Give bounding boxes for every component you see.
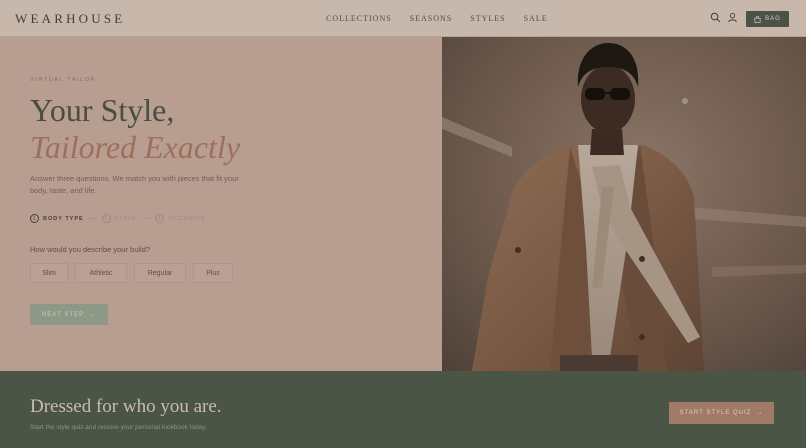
hero-eyebrow: VIRTUAL TAILOR xyxy=(30,77,97,83)
option-athletic[interactable]: Athletic xyxy=(75,263,127,283)
build-options: Slim Athletic Regular Plus xyxy=(30,263,233,283)
main-nav: COLLECTIONS SEASONS STYLES SALE xyxy=(326,14,566,23)
brand-logo[interactable]: WEARHOUSE xyxy=(15,11,125,27)
hero-title-line2: Tailored Exactly xyxy=(30,129,241,165)
start-style-quiz-button[interactable]: START STYLE QUIZ → xyxy=(669,402,774,424)
step-number: 3 xyxy=(155,214,165,223)
step-divider xyxy=(88,218,97,219)
nav-collections[interactable]: COLLECTIONS xyxy=(326,14,392,23)
bag-icon xyxy=(754,15,761,23)
arrow-right-icon: → xyxy=(756,410,764,416)
next-step-label: NEXT STEP xyxy=(41,311,85,318)
step-body-type[interactable]: 1 BODY TYPE xyxy=(30,214,84,223)
bag-label: BAG xyxy=(765,16,781,22)
hero-model-image xyxy=(442,37,806,371)
step-label: BODY TYPE xyxy=(43,215,84,222)
search-icon[interactable] xyxy=(710,12,721,23)
model-photo xyxy=(442,37,806,371)
option-plus[interactable]: Plus xyxy=(193,263,233,283)
hero-quiz-panel: VIRTUAL TAILOR Your Style, Tailored Exac… xyxy=(0,37,442,371)
step-label: STYLE xyxy=(114,215,138,222)
quiz-steps: 1 BODY TYPE 2 STYLE 3 OCCASION xyxy=(30,214,205,223)
step-label: OCCASION xyxy=(168,215,206,222)
next-step-button[interactable]: NEXT STEP → xyxy=(30,304,108,325)
cta-subtitle: Start the style quiz and receive your pe… xyxy=(30,424,207,431)
cta-title: Dressed for who you are. xyxy=(30,396,222,417)
user-icon[interactable] xyxy=(727,12,738,23)
bag-button[interactable]: BAG xyxy=(746,11,789,27)
quiz-question: How would you describe your build? xyxy=(30,245,151,254)
option-regular[interactable]: Regular xyxy=(134,263,186,283)
quiz-button-label: START STYLE QUIZ xyxy=(679,410,752,416)
step-divider xyxy=(142,218,151,219)
step-style[interactable]: 2 STYLE xyxy=(101,214,138,223)
cta-band: Dressed for who you are. Start the style… xyxy=(0,371,806,448)
step-number: 1 xyxy=(30,214,39,223)
hero-title-line1: Your Style, xyxy=(30,92,175,128)
nav-styles[interactable]: STYLES xyxy=(470,14,505,23)
nav-sale[interactable]: SALE xyxy=(524,14,548,23)
option-slim[interactable]: Slim xyxy=(30,263,68,283)
site-header: WEARHOUSE COLLECTIONS SEASONS STYLES SAL… xyxy=(0,0,806,37)
arrow-right-icon: → xyxy=(89,311,97,318)
step-number: 2 xyxy=(101,214,111,223)
nav-seasons[interactable]: SEASONS xyxy=(410,14,453,23)
hero-description: Answer three questions. We match you wit… xyxy=(30,174,239,195)
step-occasion[interactable]: 3 OCCASION xyxy=(155,214,205,223)
